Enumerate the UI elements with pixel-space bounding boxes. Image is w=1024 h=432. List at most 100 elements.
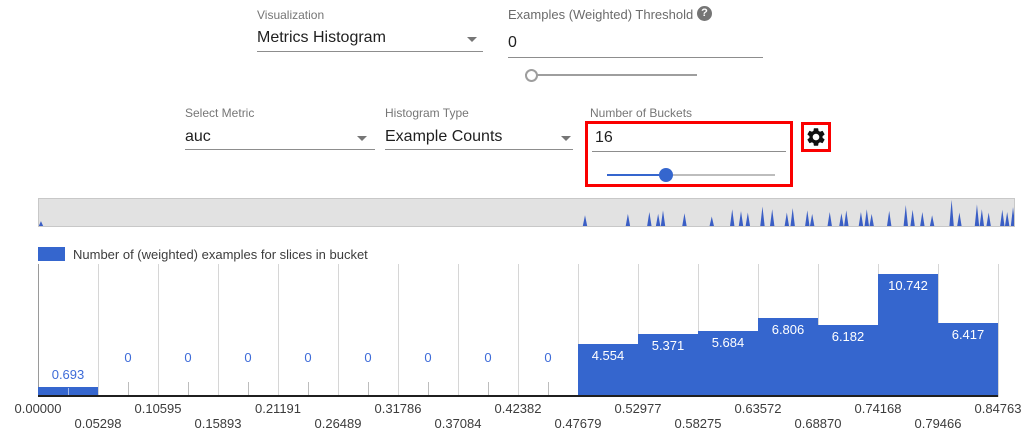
legend-swatch (38, 247, 65, 261)
overview-spike (810, 214, 814, 226)
select-metric-underline (185, 149, 375, 150)
bucket-center-tick (68, 388, 69, 395)
overview-spike (844, 210, 848, 226)
zero-tick (488, 382, 489, 395)
gridline (398, 264, 399, 397)
overview-spike (785, 213, 789, 227)
histogram-type-dropdown[interactable]: Example Counts (385, 128, 575, 149)
x-axis-tick-label: 0.74168 (838, 401, 918, 416)
overview-spike (859, 212, 863, 226)
visualization-dropdown[interactable]: Metrics Histogram (257, 29, 483, 51)
overview-spike (920, 212, 924, 226)
bar-value-label: 6.182 (818, 329, 878, 344)
overview-spike (980, 209, 984, 226)
gridline (458, 264, 459, 397)
bar-value-label: 0 (508, 350, 588, 365)
buckets-slider-thumb[interactable] (659, 168, 673, 182)
overview-spike (760, 207, 764, 226)
zero-tick (368, 382, 369, 395)
overview-spike (930, 215, 934, 226)
histogram-type-value: Example Counts (385, 128, 502, 145)
overview-spike (975, 204, 979, 226)
zero-tick (308, 382, 309, 395)
bar-value-label: 5.371 (638, 338, 698, 353)
gridline (158, 264, 159, 397)
overview-spike (790, 208, 794, 226)
buckets-slider[interactable] (607, 168, 775, 182)
zero-tick (248, 382, 249, 395)
number-of-buckets-underline (592, 151, 786, 152)
overview-spike (910, 210, 914, 226)
zero-tick (428, 382, 429, 395)
bar-value-label: 10.742 (878, 278, 938, 293)
slices-overview-strip[interactable] (38, 198, 1015, 227)
threshold-slider-thumb[interactable] (525, 69, 538, 82)
threshold-label: Examples (Weighted) Threshold (508, 7, 693, 22)
histogram-type-label: Histogram Type (385, 106, 469, 120)
overview-spike (949, 200, 953, 226)
x-axis-tick-label: 0.31786 (358, 401, 438, 416)
overview-spike (710, 217, 714, 226)
buckets-slider-fill (607, 174, 659, 176)
gridline (998, 264, 999, 397)
x-axis-tick-label: 0.00000 (0, 401, 78, 416)
overview-spike (39, 221, 43, 226)
bar-value-label: 0.693 (28, 367, 108, 382)
x-axis-tick-label: 0.58275 (658, 416, 738, 431)
x-axis-tick-label: 0.26489 (298, 416, 378, 431)
x-axis-tick-label: 0.52977 (598, 401, 678, 416)
overview-spike (626, 214, 630, 226)
number-of-buckets-input[interactable]: 16 (595, 129, 613, 147)
overview-spike (865, 209, 869, 226)
settings-button[interactable] (801, 122, 831, 152)
x-axis-tick-label: 0.79466 (898, 416, 978, 431)
zero-tick (128, 382, 129, 395)
x-axis-tick-label: 0.47679 (538, 416, 618, 431)
help-icon[interactable]: ? (697, 6, 712, 21)
overview-spike (656, 214, 660, 226)
overview-spike (805, 210, 809, 226)
threshold-slider-track[interactable] (525, 74, 697, 76)
number-of-buckets-highlight: 16 (585, 121, 793, 187)
overview-spike (583, 215, 587, 226)
overview-spike (828, 212, 832, 226)
select-metric-value: auc (185, 128, 211, 145)
select-metric-label: Select Metric (185, 106, 254, 120)
x-axis-tick-label: 0.42382 (478, 401, 558, 416)
zero-tick (188, 382, 189, 395)
bar-value-label: 4.554 (578, 348, 638, 363)
x-axis-line (38, 395, 998, 397)
bar-value-label: 5.684 (698, 335, 758, 350)
threshold-input[interactable]: 0 (508, 34, 517, 52)
select-metric-dropdown[interactable]: auc (185, 128, 375, 149)
x-axis-tick-label: 0.05298 (58, 416, 138, 431)
overview-spike (682, 213, 686, 226)
x-axis-tick-label: 0.84763 (958, 401, 1024, 416)
legend-label: Number of (weighted) examples for slices… (73, 247, 368, 262)
chevron-down-icon (467, 37, 477, 42)
overview-spike (986, 213, 990, 227)
gridline (218, 264, 219, 397)
histogram-type-underline (385, 149, 573, 150)
x-axis-tick-label: 0.37084 (418, 416, 498, 431)
overview-spike (770, 209, 774, 226)
x-axis-tick-label: 0.15893 (178, 416, 258, 431)
overview-spike (839, 213, 843, 226)
x-axis-tick-label: 0.68870 (778, 416, 858, 431)
visualization-label: Visualization (257, 8, 324, 22)
threshold-underline (508, 57, 763, 58)
histogram-plot: 0.693000000004.5545.3715.6846.8066.18210… (38, 264, 998, 397)
chevron-down-icon (357, 136, 367, 141)
visualization-underline (257, 51, 483, 52)
overview-spike (1005, 212, 1009, 226)
overview-spikes (39, 199, 1014, 226)
threshold-slider[interactable] (525, 68, 697, 82)
x-axis-tick-label: 0.21191 (238, 401, 318, 416)
overview-spike (661, 210, 665, 226)
overview-spike (730, 209, 734, 226)
overview-spike (869, 214, 873, 226)
gridline (278, 264, 279, 397)
gridline (338, 264, 339, 397)
overview-spike (1011, 207, 1014, 226)
overview-spike (1000, 210, 1004, 226)
